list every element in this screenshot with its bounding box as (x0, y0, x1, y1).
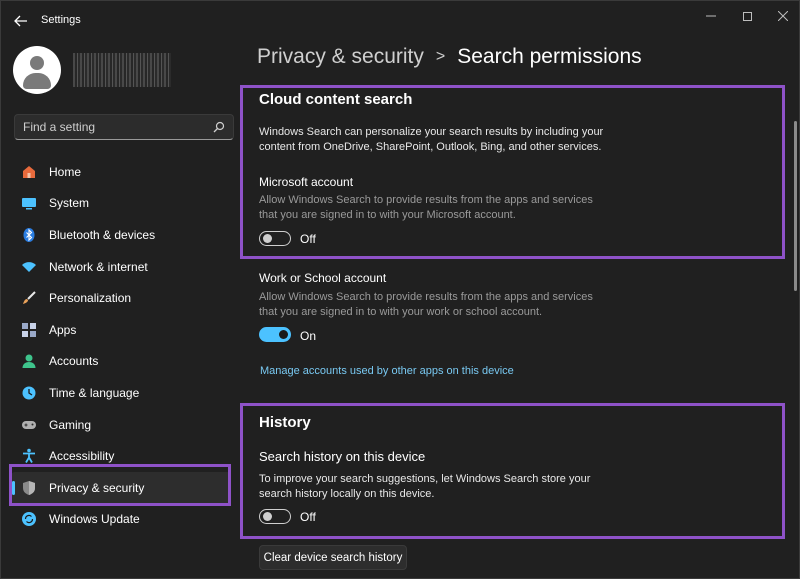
sidebar-item-apps[interactable]: Apps (11, 314, 231, 346)
cloud-description-line2: content from OneDrive, SharePoint, Outlo… (259, 141, 602, 153)
history-title: History (259, 414, 311, 431)
work-account-label: Work or School account (259, 271, 387, 285)
settings-window: Settings Home (0, 0, 800, 579)
work-account-desc-line2: that you are signed in to with your work… (259, 306, 543, 318)
search-icon[interactable] (213, 121, 225, 133)
gamepad-icon (21, 417, 37, 433)
close-button[interactable] (765, 5, 799, 27)
maximize-icon (742, 11, 752, 21)
arrow-left-icon (14, 15, 27, 27)
close-icon (778, 11, 788, 21)
home-icon (21, 164, 37, 180)
page-title: Search permissions (457, 45, 642, 68)
microsoft-account-desc-line1: Allow Windows Search to provide results … (259, 194, 593, 206)
sidebar-item-label: Windows Update (49, 512, 140, 527)
sidebar-item-label: Bluetooth & devices (49, 227, 156, 242)
breadcrumb: Privacy & security > Search permissions (257, 45, 642, 69)
avatar (13, 46, 61, 94)
toggle-knob (279, 330, 288, 339)
sidebar-item-label: Accounts (49, 354, 99, 369)
sidebar-item-label: Time & language (49, 385, 140, 400)
chevron-right-icon: > (435, 48, 446, 65)
device-history-desc-line1: To improve your search suggestions, let … (259, 473, 591, 485)
redacted-user-name (73, 53, 171, 87)
sidebar-item-time-language[interactable]: Time & language (11, 377, 231, 409)
sidebar-item-accessibility[interactable]: Accessibility (11, 440, 231, 472)
title-bar: Settings (1, 1, 799, 39)
sidebar-item-accounts[interactable]: Accounts (11, 346, 231, 378)
work-account-toggle[interactable] (259, 327, 291, 342)
device-history-toggle[interactable] (259, 509, 291, 524)
sidebar-item-label: Apps (49, 322, 77, 337)
sidebar-item-system[interactable]: System (11, 188, 231, 220)
minimize-button[interactable] (693, 5, 729, 27)
microsoft-account-label: Microsoft account (259, 175, 354, 189)
sidebar-item-label: Personalization (49, 291, 132, 306)
scrollbar[interactable] (794, 121, 797, 291)
toggle-knob (263, 512, 272, 521)
shield-icon (21, 480, 37, 496)
find-setting-search[interactable] (14, 114, 234, 140)
work-account-desc-line1: Allow Windows Search to provide results … (259, 291, 593, 303)
breadcrumb-parent[interactable]: Privacy & security (257, 45, 424, 69)
update-icon (21, 511, 37, 527)
maximize-button[interactable] (729, 5, 765, 27)
manage-accounts-link[interactable]: Manage accounts used by other apps on th… (260, 365, 514, 377)
user-profile[interactable] (13, 46, 171, 94)
highlight-frame-history (240, 403, 785, 539)
sidebar-item-gaming[interactable]: Gaming (11, 409, 231, 441)
brush-icon (21, 290, 37, 306)
microsoft-account-toggle[interactable] (259, 231, 291, 246)
back-button[interactable] (11, 11, 31, 31)
sidebar-item-label: Home (49, 164, 82, 179)
microsoft-account-desc-line2: that you are signed in to with your Micr… (259, 209, 516, 221)
device-history-state: Off (300, 510, 316, 524)
clock-globe-icon (21, 385, 37, 401)
clear-history-button[interactable]: Clear device search history (259, 545, 407, 570)
work-account-state: On (300, 329, 317, 343)
monitor-icon (21, 195, 37, 211)
minimize-icon (706, 15, 716, 17)
cloud-content-search-title: Cloud content search (259, 91, 413, 108)
sidebar-item-windows-update[interactable]: Windows Update (11, 504, 231, 536)
highlight-frame-cloud (240, 85, 785, 259)
sidebar-item-privacy-security[interactable]: Privacy & security (11, 471, 231, 504)
sidebar-item-label: Gaming (49, 417, 92, 432)
microsoft-account-state: Off (300, 232, 316, 246)
cloud-description-line1: Windows Search can personalize your sear… (259, 126, 604, 138)
device-history-desc-line2: search history locally on this device. (259, 488, 435, 500)
sidebar-item-label: Accessibility (49, 449, 115, 464)
sidebar-item-network[interactable]: Network & internet (11, 251, 231, 283)
device-history-label: Search history on this device (259, 449, 426, 464)
search-input[interactable] (23, 120, 213, 134)
sidebar-item-home[interactable]: Home (11, 156, 231, 188)
sidebar-item-label: Privacy & security (49, 480, 145, 495)
sidebar-nav: Home System Bluetooth & devices Network … (11, 156, 231, 535)
sidebar-item-personalization[interactable]: Personalization (11, 282, 231, 314)
person-icon (21, 353, 37, 369)
toggle-knob (263, 234, 272, 243)
bluetooth-icon (21, 227, 37, 243)
app-title: Settings (41, 14, 81, 26)
sidebar-item-label: System (49, 196, 90, 211)
apps-icon (21, 322, 37, 338)
sidebar-item-bluetooth[interactable]: Bluetooth & devices (11, 219, 231, 251)
accessibility-icon (21, 448, 37, 464)
sidebar-item-label: Network & internet (49, 259, 148, 274)
wifi-icon (21, 259, 37, 275)
